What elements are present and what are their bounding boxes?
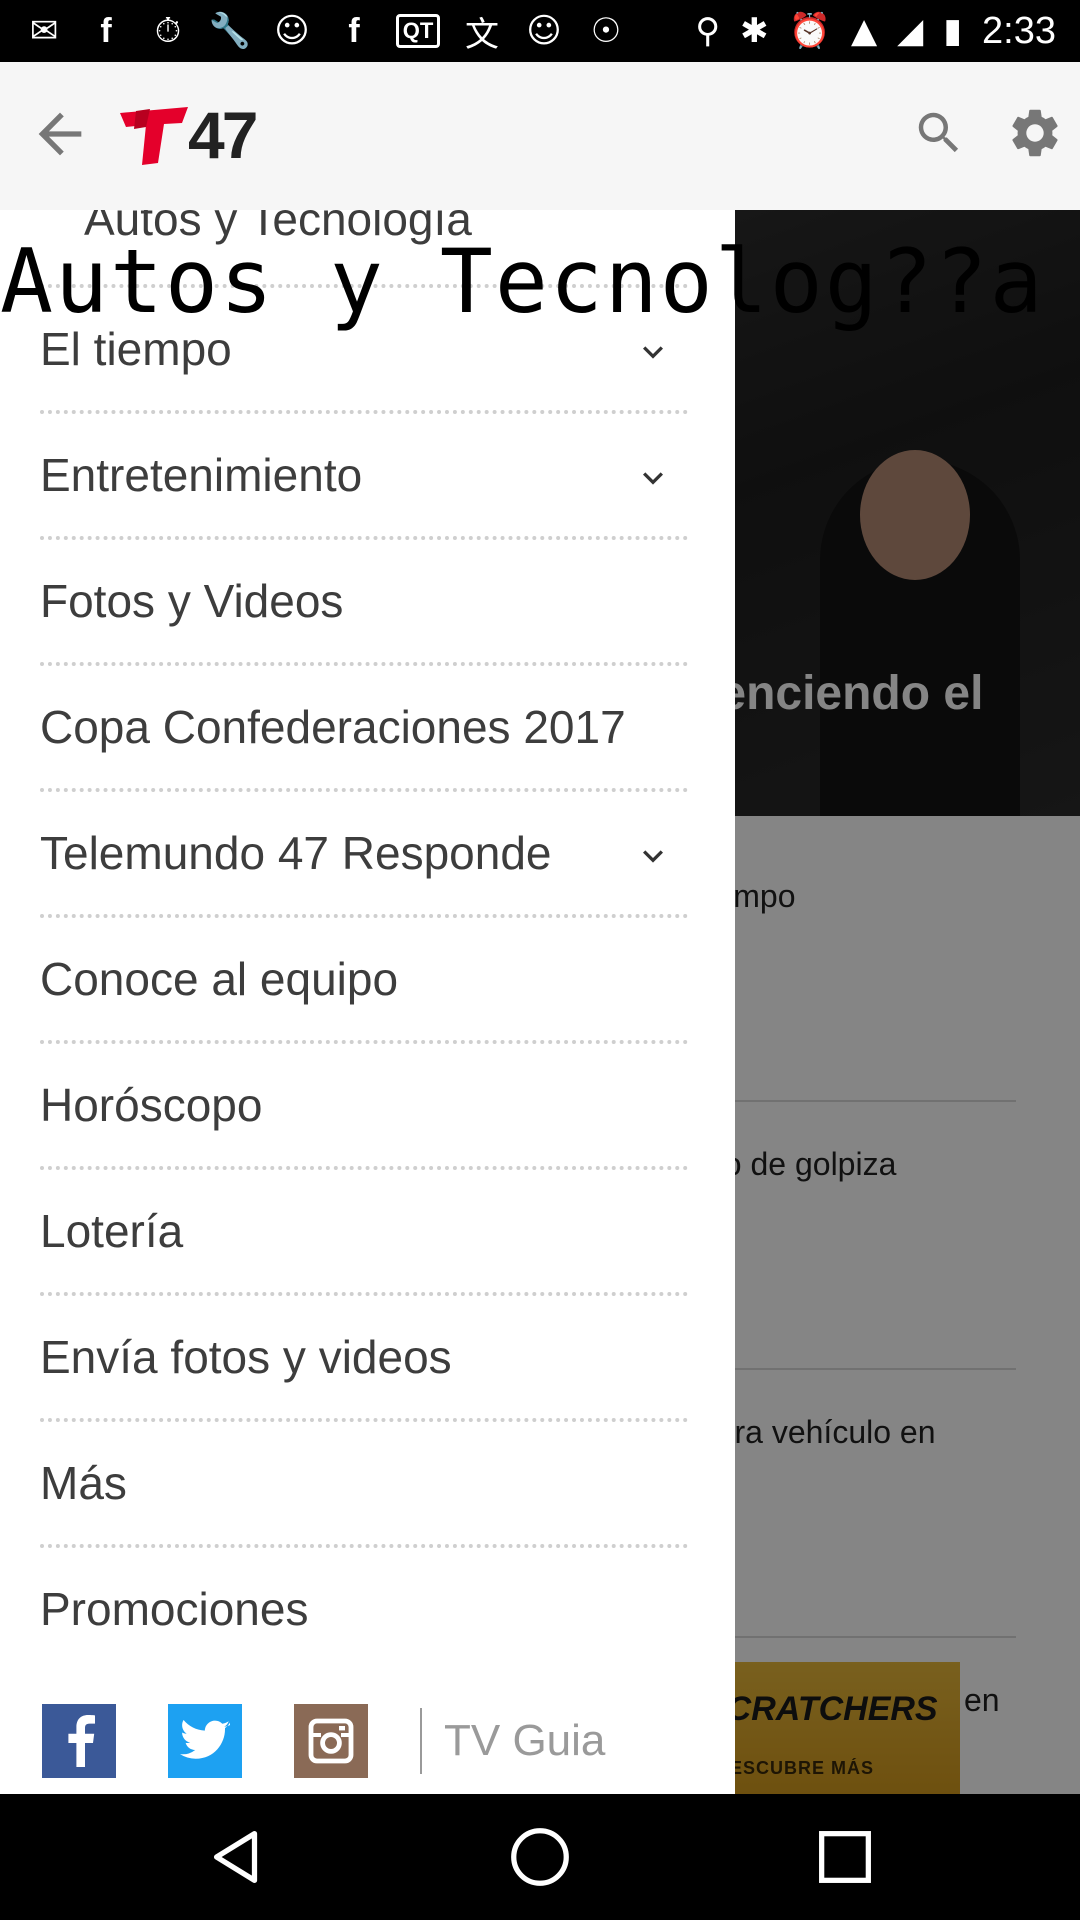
drawer-item-label: Más <box>40 1457 127 1509</box>
drawer-item-label: Copa Confederaciones 2017 <box>40 701 626 753</box>
facebook-icon <box>68 1715 95 1767</box>
facebook-button[interactable] <box>42 1704 116 1778</box>
bluetooth-icon: ✱ <box>740 11 769 51</box>
instagram-icon <box>308 1718 354 1764</box>
drawer-item-label: Telemundo 47 Responde <box>40 827 552 879</box>
search-icon[interactable] <box>912 106 966 160</box>
drawer-item-promociones[interactable]: Promociones <box>0 1548 735 1674</box>
drawer-scrim[interactable] <box>735 210 1080 1794</box>
message-icon: ✉ <box>29 11 59 51</box>
drawer-item-copa-confederaciones[interactable]: Copa Confederaciones 2017 <box>0 666 735 792</box>
overlay-title-text: Autos y Tecnolog??a <box>0 230 1045 333</box>
status-bar: ✉ f ⏱ 🔧 ☺ f QT 文 ☺ ☉ ⚲ ✱ ⏰ ▲ ◢ ▮ 2:33 <box>0 0 1080 62</box>
signal-icon: ◢ <box>897 11 924 51</box>
location-icon: ⚲ <box>695 11 721 51</box>
chevron-down-icon[interactable] <box>630 458 676 498</box>
status-time: 2:33 <box>982 9 1056 52</box>
drawer-item-label: Envía fotos y videos <box>40 1331 452 1383</box>
wrench-icon: 🔧 <box>208 11 252 51</box>
battery-icon: ▮ <box>943 11 963 51</box>
drawer-item-horoscopo[interactable]: Horóscopo <box>0 1044 735 1170</box>
drawer-item-fotos-y-videos[interactable]: Fotos y Videos <box>0 540 735 666</box>
back-arrow-icon[interactable] <box>28 102 92 166</box>
facebook-icon: f <box>100 11 112 50</box>
nav-home-icon[interactable] <box>505 1822 575 1892</box>
nav-back-icon[interactable] <box>202 1822 272 1892</box>
twitter-icon <box>180 1720 230 1759</box>
drawer-item-label: Promociones <box>40 1583 309 1635</box>
logo-number: 47 <box>188 98 258 172</box>
media-icon: ☉ <box>590 11 622 51</box>
chevron-down-icon[interactable] <box>630 836 676 876</box>
drawer-social-footer: TV Guia <box>0 1694 735 1794</box>
footer-separator <box>420 1708 422 1774</box>
drawer-item-telemundo-47-responde[interactable]: Telemundo 47 Responde <box>0 792 735 918</box>
status-system-icons: ⚲ ✱ ⏰ ▲ ◢ ▮ 2:33 <box>695 8 1056 54</box>
drawer-item-mas[interactable]: Más <box>0 1422 735 1548</box>
drawer-item-label: Conoce al equipo <box>40 953 399 1005</box>
smiley-icon: ☺ <box>526 11 562 51</box>
app-bar: 47 <box>0 62 1080 210</box>
chevron-down-icon[interactable] <box>630 332 676 372</box>
drawer-item-label: Horóscopo <box>40 1079 263 1131</box>
facebook-icon: f <box>348 11 360 50</box>
drawer-item-label: Entretenimiento <box>40 449 363 501</box>
qt-icon: QT <box>396 14 440 48</box>
drawer-item-loteria[interactable]: Lotería <box>0 1170 735 1296</box>
drawer-item-conoce-al-equipo[interactable]: Conoce al equipo <box>0 918 735 1044</box>
drawer-item-label: Lotería <box>40 1205 184 1257</box>
gear-icon[interactable] <box>1006 104 1064 162</box>
telemundo-t-logo-icon <box>120 107 188 165</box>
drawer-item-label: Fotos y Videos <box>40 575 344 627</box>
drawer-item-envia-fotos-y-videos[interactable]: Envía fotos y videos <box>0 1296 735 1422</box>
wifi-icon: ▲ <box>851 11 878 51</box>
status-notification-icons: ✉ f ⏱ 🔧 ☺ f QT 文 ☺ ☉ <box>24 8 626 55</box>
twitter-button[interactable] <box>168 1704 242 1778</box>
tv-guia-link[interactable]: TV Guia <box>444 1716 605 1766</box>
nav-recents-icon[interactable] <box>810 1822 880 1892</box>
drawer-item-entretenimiento[interactable]: Entretenimiento <box>0 414 735 540</box>
telemundo-47-logo[interactable]: 47 <box>116 98 258 172</box>
system-navigation-bar <box>0 1794 1080 1920</box>
timer-icon: ⏱ <box>154 11 182 51</box>
translate-icon: 文 <box>465 14 499 55</box>
smiley-icon: ☺ <box>274 11 310 51</box>
navigation-drawer: Autos y Tecnología El tiempo Entretenimi… <box>0 210 735 1794</box>
instagram-button[interactable] <box>294 1704 368 1778</box>
alarm-icon: ⏰ <box>788 11 831 51</box>
